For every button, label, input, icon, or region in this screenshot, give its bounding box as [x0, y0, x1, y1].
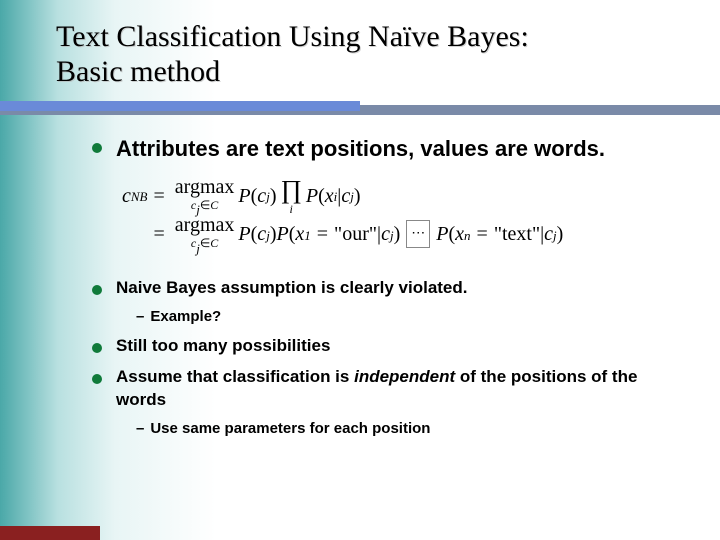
- bullet-icon: [92, 374, 102, 384]
- bullet-2-text: Naive Bayes assumption is clearly violat…: [116, 277, 468, 300]
- f-prod-sub: i: [290, 203, 293, 215]
- f-argmax2: argmax cj∈C: [175, 215, 235, 252]
- slide: Text Classification Using Naïve Bayes: B…: [0, 0, 720, 540]
- f-our: "our": [334, 215, 377, 253]
- bullet-icon: [92, 343, 102, 353]
- bullet-1: Attributes are text positions, values ar…: [92, 135, 670, 163]
- f-argmax1-bot: cj∈C: [191, 199, 218, 214]
- bullet-4-text: Assume that classification is independen…: [116, 366, 670, 412]
- content-area: Attributes are text positions, values ar…: [56, 135, 680, 437]
- title-line-2: Basic method: [56, 55, 220, 88]
- f-P4: P: [276, 215, 288, 253]
- bullet-3: Still too many possibilities: [92, 335, 670, 358]
- title-rule: [0, 97, 720, 117]
- f-argmax1-top: argmax: [175, 177, 235, 197]
- formula-block: cNB = argmax cj∈C P(cj) ∏ i P(xi | cj) c…: [122, 177, 670, 254]
- bullet-4-sub: –Use same parameters for each position: [136, 420, 670, 437]
- bullet-4-em: independent: [354, 367, 455, 386]
- formula-line-2: cNB = argmax cj∈C P(cj) P(x1 ="our" | cj…: [122, 215, 670, 254]
- ellipsis-icon: ⋯: [406, 220, 430, 249]
- f-P5: P: [436, 215, 448, 253]
- f-cnb-c: c: [122, 177, 131, 215]
- bullet-1-text: Attributes are text positions, values ar…: [116, 135, 605, 163]
- f-P2: P: [306, 177, 318, 215]
- footer-accent-bar: [0, 526, 100, 540]
- f-text: "text": [494, 215, 540, 253]
- bullet-2-sub: –Example?: [136, 308, 670, 325]
- slide-title: Text Classification Using Naïve Bayes: B…: [56, 20, 680, 89]
- f-argmax2-bot: cj∈C: [191, 237, 218, 252]
- product-icon: ∏: [280, 177, 301, 203]
- f-P1: P: [238, 177, 250, 215]
- dash-icon: –: [136, 420, 144, 437]
- bullet-4-a: Assume that classification is: [116, 367, 354, 386]
- title-line-1: Text Classification Using Naïve Bayes:: [56, 20, 529, 53]
- f-argmax1: argmax cj∈C: [175, 177, 235, 214]
- f-cnb-sub: NB: [131, 185, 148, 210]
- f-eq2: =: [154, 215, 165, 253]
- rule-bar: [0, 101, 360, 111]
- bullet-2: Naive Bayes assumption is clearly violat…: [92, 277, 670, 300]
- f-argmax2-top: argmax: [175, 215, 235, 235]
- dash-icon: –: [136, 308, 144, 325]
- bullet-2-sub-text: Example?: [150, 308, 221, 325]
- bullet-icon: [92, 143, 102, 153]
- f-eq1: =: [154, 177, 165, 215]
- bullet-3-text: Still too many possibilities: [116, 335, 330, 358]
- bullet-4-sub-text: Use same parameters for each position: [150, 420, 430, 437]
- bullet-4: Assume that classification is independen…: [92, 366, 670, 412]
- formula-line-1: cNB = argmax cj∈C P(cj) ∏ i P(xi | cj): [122, 177, 670, 215]
- f-P3: P: [238, 215, 250, 253]
- f-prod: ∏ i: [280, 177, 301, 215]
- bullet-icon: [92, 285, 102, 295]
